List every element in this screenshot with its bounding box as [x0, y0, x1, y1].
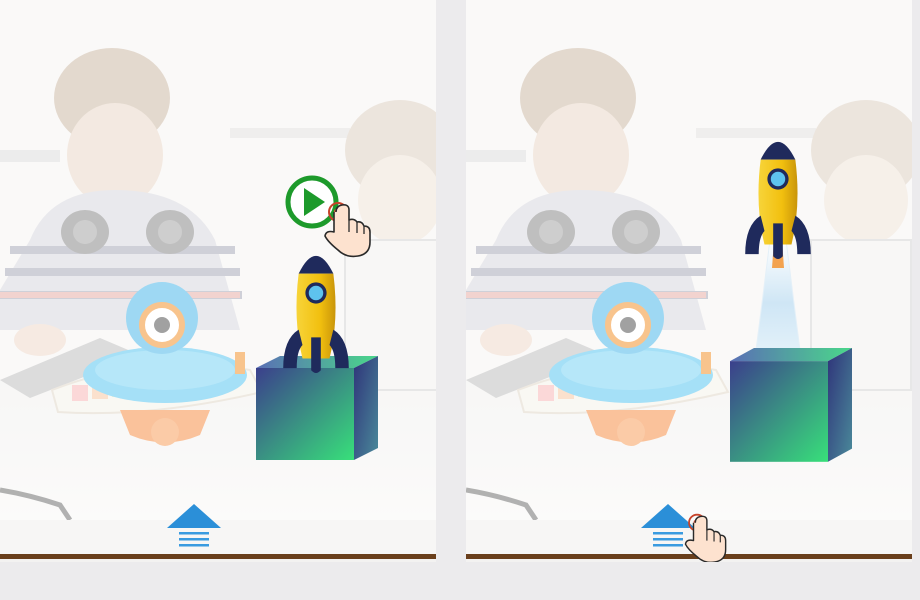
up-arrow-icon[interactable]: [166, 502, 222, 550]
rocket-icon[interactable]: [738, 124, 818, 259]
hand-pointer-icon: [684, 513, 727, 562]
hand-pointer-icon: [324, 202, 371, 258]
panel-before-launch: [0, 0, 436, 562]
panel-after-launch: [466, 0, 912, 562]
cube-platform: [730, 348, 852, 462]
baseline-divider: [0, 554, 436, 559]
